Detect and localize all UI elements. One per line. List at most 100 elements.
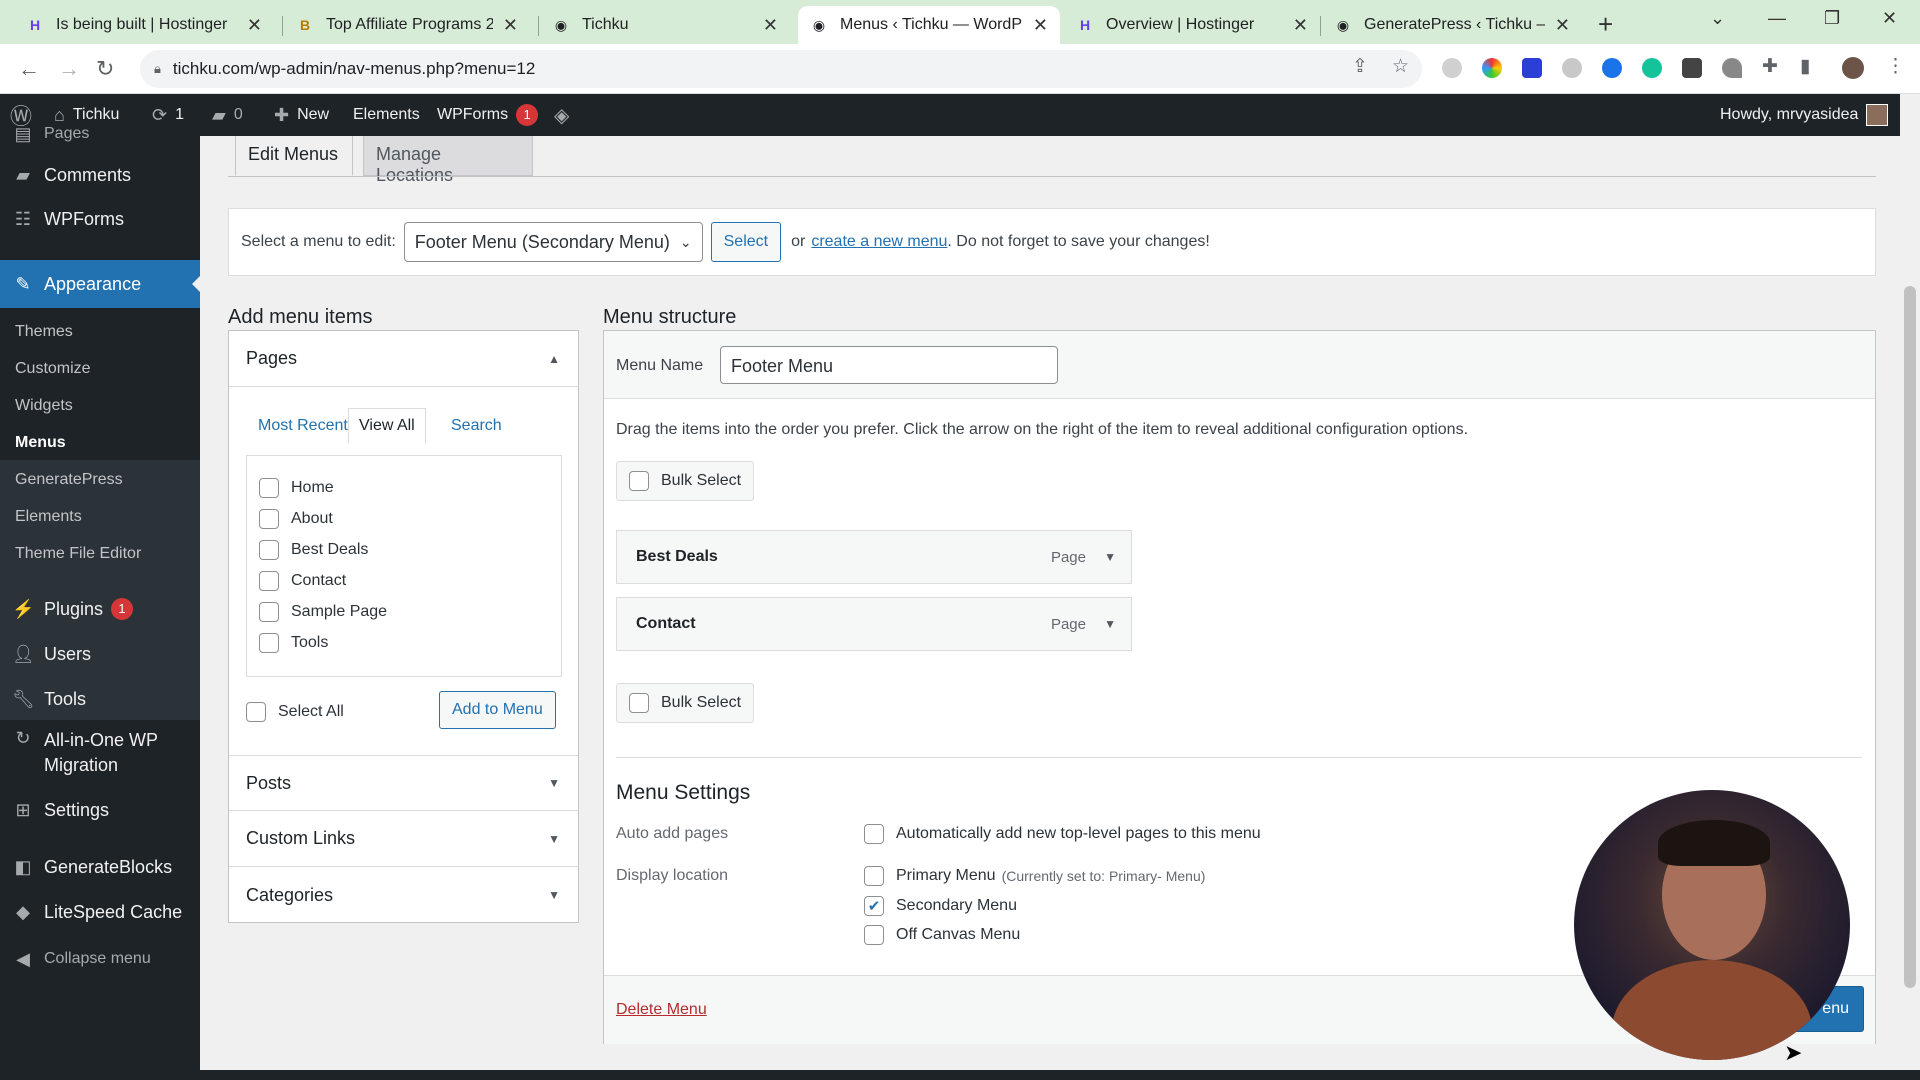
page-checkbox[interactable] xyxy=(259,509,279,529)
page-checkbox[interactable] xyxy=(259,602,279,622)
page-checkbox[interactable] xyxy=(259,571,279,591)
forward-icon[interactable]: → xyxy=(58,56,80,82)
sidebar-item-users[interactable]: 👤︎ Users xyxy=(0,639,200,669)
sidebar-item-appearance[interactable]: ✎ Appearance xyxy=(0,260,200,308)
restore-icon[interactable]: ❐ xyxy=(1824,8,1840,29)
menu-name-input[interactable]: Footer Menu xyxy=(720,346,1058,384)
close-tab-icon[interactable]: ✕ xyxy=(503,15,518,36)
writer-extension-icon[interactable] xyxy=(1522,58,1542,78)
extensions-puzzle-icon[interactable]: ✚ xyxy=(1762,55,1778,78)
tab-manage-locations[interactable]: Manage Locations xyxy=(363,136,533,185)
submenu-customize[interactable]: Customize xyxy=(15,360,91,378)
sidebar-item-pages[interactable]: ▤ Pages xyxy=(0,122,200,146)
pages-accordion-header[interactable]: Pages ▲ xyxy=(229,331,578,387)
location-primary-row[interactable]: Primary Menu (Currently set to: Primary-… xyxy=(864,866,1205,886)
submenu-elements[interactable]: Elements xyxy=(15,508,82,526)
minimize-icon[interactable]: — xyxy=(1768,8,1786,29)
location-checkbox[interactable]: ✔ xyxy=(864,896,884,916)
list-item[interactable]: Tools xyxy=(259,633,328,653)
browser-tab[interactable]: ◉ Tichku ✕ xyxy=(540,6,790,44)
page-checkbox[interactable] xyxy=(259,633,279,653)
list-item[interactable]: Best Deals xyxy=(259,540,368,560)
bulk-select-checkbox[interactable] xyxy=(629,693,649,713)
browser-tab-active[interactable]: ◉ Menus ‹ Tichku — WordPress ✕ xyxy=(798,6,1060,44)
select-all-checkbox[interactable] xyxy=(246,702,266,722)
menu-item-contact[interactable]: Contact Page ▼ xyxy=(616,597,1132,651)
page-checkbox[interactable] xyxy=(259,478,279,498)
location-checkbox[interactable] xyxy=(864,866,884,886)
menu-select-dropdown[interactable]: Footer Menu (Secondary Menu) ⌄ xyxy=(403,222,703,262)
address-bar[interactable]: 🔒︎ tichku.com/wp-admin/nav-menus.php?men… xyxy=(140,50,1422,88)
close-tab-icon[interactable]: ✕ xyxy=(1293,15,1308,36)
page-scrollbar[interactable] xyxy=(1900,94,1920,1080)
sidebar-item-comments[interactable]: ▰ Comments xyxy=(0,160,200,190)
browser-tab[interactable]: ◉ GeneratePress ‹ Tichku — WordPress ✕ xyxy=(1322,6,1582,44)
profile-avatar[interactable] xyxy=(1842,57,1864,79)
page-checkbox[interactable] xyxy=(259,540,279,560)
sidebar-item-wpforms[interactable]: ☷ WPForms xyxy=(0,204,200,234)
bulk-select-checkbox[interactable] xyxy=(629,471,649,491)
sidebar-item-settings[interactable]: ⊞ Settings xyxy=(0,795,200,825)
browser-tab[interactable]: H Overview | Hostinger ✕ xyxy=(1064,6,1320,44)
submenu-themes[interactable]: Themes xyxy=(15,323,73,341)
select-all-row[interactable]: Select All xyxy=(246,702,344,722)
tab-search[interactable]: Search xyxy=(451,417,502,435)
list-item[interactable]: About xyxy=(259,509,333,529)
create-new-menu-link[interactable]: create a new menu xyxy=(811,233,947,251)
browser-tab[interactable]: H Is being built | Hostinger ✕ xyxy=(14,6,274,44)
auto-add-checkbox[interactable] xyxy=(864,824,884,844)
auto-add-row[interactable]: Automatically add new top-level pages to… xyxy=(864,824,1261,844)
close-tab-icon[interactable]: ✕ xyxy=(247,15,262,36)
back-icon[interactable]: ← xyxy=(18,56,40,82)
submenu-theme-file-editor[interactable]: Theme File Editor xyxy=(15,545,141,563)
list-item[interactable]: Contact xyxy=(259,571,346,591)
bulk-select-top[interactable]: Bulk Select xyxy=(616,461,755,501)
sidebar-item-plugins[interactable]: ⚡ Plugins 1 xyxy=(0,594,200,624)
wpforms-link[interactable]: WPForms 1 xyxy=(437,94,539,136)
comments-link[interactable]: ▰ 0 xyxy=(212,94,243,136)
sidebar-item-tools[interactable]: 🔧︎ Tools xyxy=(0,684,200,714)
submenu-widgets[interactable]: Widgets xyxy=(15,397,73,415)
posts-accordion-header[interactable]: Posts ▼ xyxy=(229,755,578,811)
custom-links-accordion-header[interactable]: Custom Links ▼ xyxy=(229,811,578,867)
tab-view-all[interactable]: View All xyxy=(348,408,426,444)
list-item[interactable]: Home xyxy=(259,478,334,498)
new-tab-icon[interactable]: + xyxy=(1598,9,1613,40)
browser-tab[interactable]: B Top Affiliate Programs 2023 ✕ xyxy=(284,6,530,44)
close-window-icon[interactable]: ✕ xyxy=(1882,8,1897,29)
record-extension-icon[interactable] xyxy=(1602,58,1622,78)
close-tab-icon[interactable]: ✕ xyxy=(1033,15,1048,36)
side-panel-icon[interactable]: ▮ xyxy=(1800,55,1810,78)
close-tab-icon[interactable]: ✕ xyxy=(1555,15,1570,36)
sidebar-collapse-menu[interactable]: ◀ Collapse menu xyxy=(0,944,200,974)
tab-most-recent[interactable]: Most Recent xyxy=(258,417,348,435)
color-extension-icon[interactable] xyxy=(1482,58,1502,78)
k-extension-icon[interactable] xyxy=(1562,58,1582,78)
share-icon[interactable]: ⇪ xyxy=(1352,55,1368,78)
m-extension-icon[interactable] xyxy=(1682,58,1702,78)
categories-accordion-header[interactable]: Categories ▼ xyxy=(229,867,578,923)
location-secondary-row[interactable]: ✔ Secondary Menu xyxy=(864,896,1017,916)
cursor-extension-icon[interactable] xyxy=(1722,58,1742,78)
browser-menu-icon[interactable]: ⋮ xyxy=(1886,55,1905,78)
sidebar-item-migration[interactable]: ↻ All-in-One WP Migration xyxy=(0,728,200,782)
location-offcanvas-row[interactable]: Off Canvas Menu xyxy=(864,925,1020,945)
sidebar-item-litespeed[interactable]: ◆ LiteSpeed Cache xyxy=(0,897,200,927)
add-to-menu-button[interactable]: Add to Menu xyxy=(439,691,556,729)
reload-icon[interactable]: ↻ xyxy=(96,56,114,82)
tab-edit-menus[interactable]: Edit Menus xyxy=(235,136,353,176)
close-tab-icon[interactable]: ✕ xyxy=(763,15,778,36)
delete-menu-link[interactable]: Delete Menu xyxy=(616,1001,707,1019)
extension-icon[interactable] xyxy=(1442,58,1462,78)
grammarly-icon[interactable] xyxy=(1642,58,1662,78)
location-checkbox[interactable] xyxy=(864,925,884,945)
new-content-link[interactable]: ✚ New xyxy=(274,94,329,136)
bulk-select-bottom[interactable]: Bulk Select xyxy=(616,683,755,723)
submenu-menus[interactable]: Menus xyxy=(15,434,66,452)
tab-search-icon[interactable]: ⌄ xyxy=(1710,8,1725,29)
select-button[interactable]: Select xyxy=(710,222,782,262)
diamond-icon[interactable]: ◈ xyxy=(554,94,569,136)
list-item[interactable]: Sample Page xyxy=(259,602,387,622)
sidebar-item-generateblocks[interactable]: ◧ GenerateBlocks xyxy=(0,852,200,882)
bookmark-star-icon[interactable]: ☆ xyxy=(1392,55,1409,78)
